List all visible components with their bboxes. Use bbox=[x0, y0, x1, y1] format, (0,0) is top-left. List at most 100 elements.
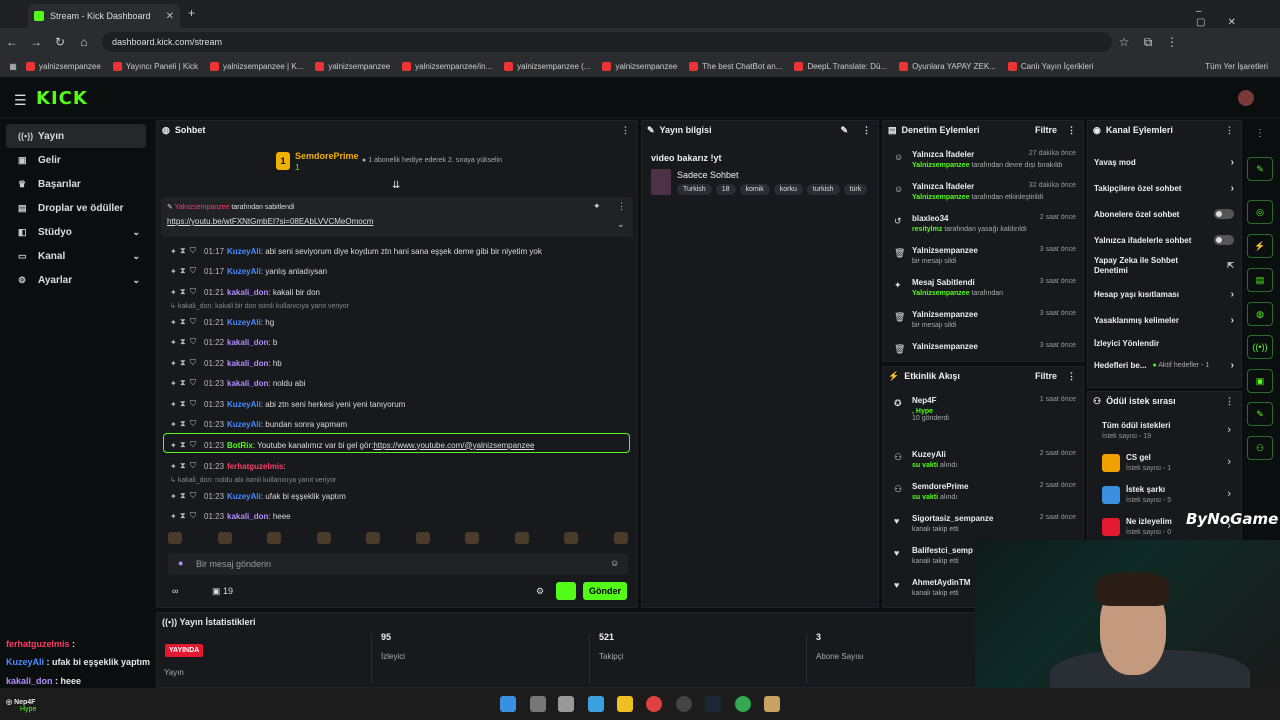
timeout-icon[interactable]: ⧗ bbox=[180, 378, 190, 388]
slow-mode-item[interactable]: Yavaş mod › bbox=[1094, 149, 1234, 175]
chat-message[interactable]: ✦ ⧗ ⛉ 01:22 kakali_don: b bbox=[170, 333, 277, 351]
ban-icon[interactable]: ⛉ bbox=[190, 246, 200, 256]
timeout-icon[interactable]: ⧗ bbox=[180, 358, 190, 368]
timeout-icon[interactable]: ⧗ bbox=[180, 511, 190, 521]
task-view-icon[interactable] bbox=[530, 696, 546, 712]
ban-icon[interactable]: ⛉ bbox=[190, 399, 200, 409]
ban-icon[interactable]: ⛉ bbox=[190, 358, 200, 368]
moderation-item[interactable]: ☺ Yalnızca İfadeler Yalnizsempanzee tarafı… bbox=[890, 148, 1080, 180]
edit-icon[interactable]: ✎ bbox=[840, 125, 848, 136]
chat-input[interactable]: Bir mesaj gönderin bbox=[168, 553, 628, 575]
ban-icon[interactable]: ⛉ bbox=[190, 378, 200, 388]
pin-icon[interactable]: ✦ bbox=[170, 379, 180, 388]
app-icon[interactable] bbox=[558, 696, 574, 712]
channel-actions-menu-icon[interactable]: ⋮ bbox=[1225, 125, 1234, 136]
bookmark-item[interactable]: yalnizsempanzee bbox=[602, 62, 677, 71]
pin-icon[interactable]: ✦ bbox=[170, 492, 180, 501]
rail-reward-icon[interactable]: ⚇ bbox=[1247, 436, 1273, 460]
ban-icon[interactable]: ⛉ bbox=[190, 317, 200, 327]
emote-icon[interactable] bbox=[267, 532, 282, 544]
bookmark-item[interactable]: The best ChatBot an... bbox=[689, 62, 782, 71]
pin-icon[interactable]: ✦ bbox=[170, 338, 180, 347]
info-menu-icon[interactable]: ⋮ bbox=[862, 125, 871, 136]
chat-settings-icon[interactable]: ⚙ bbox=[536, 586, 544, 597]
menu-icon[interactable]: ⋮ bbox=[1160, 35, 1184, 49]
chat-message[interactable]: ✦ ⧗ ⛉ 01:23 KuzeyAli: ufak bi eşşeklik yaptı… bbox=[170, 487, 346, 505]
home-icon[interactable]: ⌂ bbox=[72, 35, 96, 49]
rail-menu-icon[interactable]: ⋮ bbox=[1255, 128, 1265, 139]
window-controls[interactable]: –▢✕ bbox=[1196, 6, 1280, 28]
ban-icon[interactable]: ⛉ bbox=[190, 491, 200, 501]
chat-message[interactable]: ✦ ⧗ ⛉ 01:23 kakali_don: heee bbox=[170, 507, 291, 525]
sidebar-item-basarilar[interactable]: ♛ Başarılar bbox=[6, 172, 146, 196]
ai-moderation-item[interactable]: Yapay Zeka ile Sohbet Denetimi ⇱ bbox=[1094, 253, 1234, 279]
pin-icon[interactable]: ✦ bbox=[170, 318, 180, 327]
pinned-link[interactable]: https://youtu.be/wtFXNtGmbEI?si=08EAbLVV… bbox=[167, 217, 373, 226]
timeout-icon[interactable]: ⧗ bbox=[180, 399, 190, 409]
moderation-item[interactable]: ↺ blaxleo34 resitylmz tarafından yasağı ka… bbox=[890, 212, 1080, 244]
sidebar-item-ayarlar[interactable]: ⚙ Ayarlar ⌄ bbox=[6, 268, 146, 292]
store-icon[interactable] bbox=[588, 696, 604, 712]
star-icon[interactable]: ☆ bbox=[1112, 35, 1136, 49]
all-bookmarks[interactable]: Tüm Yer İşaretleri bbox=[1205, 62, 1268, 71]
pin-icon[interactable]: ✦ bbox=[170, 359, 180, 368]
chat-menu-icon[interactable]: ⋮ bbox=[621, 125, 630, 136]
steam-icon[interactable] bbox=[705, 696, 721, 712]
chat-message[interactable]: ✦ ⧗ ⛉ 01:17 KuzeyAli: abi seni seviyorum diy… bbox=[170, 242, 542, 260]
activity-item[interactable]: ✪ Nep4F, Hype 10 gönderdi 1 saat önce bbox=[890, 394, 1080, 426]
rail-broadcast-icon[interactable]: ((•)) bbox=[1247, 335, 1273, 359]
emote-icon[interactable] bbox=[168, 532, 182, 544]
ban-icon[interactable]: ⛉ bbox=[190, 337, 200, 347]
pin-icon[interactable]: ✦ bbox=[170, 420, 180, 429]
chrome-alt-icon[interactable] bbox=[735, 696, 751, 712]
emote-icon[interactable] bbox=[465, 532, 480, 544]
sidebar-item-droplar[interactable]: ▤ Droplar ve ödüller bbox=[6, 196, 146, 220]
reload-icon[interactable]: ↻ bbox=[48, 35, 72, 49]
emote-icon[interactable] bbox=[564, 532, 579, 544]
pin-icon[interactable]: ✦ bbox=[170, 400, 180, 409]
timeout-icon[interactable]: ⧗ bbox=[180, 246, 190, 256]
sidebar-item-kanal[interactable]: ▭ Kanal ⌄ bbox=[6, 244, 146, 268]
rail-edit-icon[interactable]: ✎ bbox=[1247, 157, 1273, 181]
chat-message[interactable]: ✦ ⧗ ⛉ 01:22 kakali_don: hb bbox=[170, 354, 282, 372]
chat-message[interactable]: ✦ ⧗ ⛉ 01:23 KuzeyAli: abi ztn seni herkesi y… bbox=[170, 395, 405, 413]
timeout-icon[interactable]: ⧗ bbox=[180, 419, 190, 429]
emote-icon[interactable] bbox=[316, 532, 331, 544]
followers-only-item[interactable]: Takipçilere özel sohbet › bbox=[1094, 175, 1234, 201]
tag-chip[interactable]: korku bbox=[773, 184, 803, 195]
activity-filter-button[interactable]: Filtre bbox=[1035, 371, 1057, 381]
chat-message[interactable]: ✦ ⧗ ⛉ 01:23 KuzeyAli: bundan sonra yapmam bbox=[170, 415, 347, 433]
pin-icon[interactable]: ✦ bbox=[170, 288, 180, 297]
pin-icon[interactable]: ✦ bbox=[170, 462, 180, 471]
back-icon[interactable]: ← bbox=[0, 35, 24, 49]
bookmark-item[interactable]: yalnizsempanzee (... bbox=[504, 62, 590, 71]
reward-item[interactable]: Tüm ödül istekleri İstek sayısı - 19 › bbox=[1100, 418, 1235, 446]
unpin-icon[interactable]: ✦ bbox=[593, 201, 601, 212]
bookmark-item[interactable]: yalnizsempanzee bbox=[26, 62, 101, 71]
rewards-menu-icon[interactable]: ⋮ bbox=[1225, 396, 1234, 407]
ban-icon[interactable]: ⛉ bbox=[190, 461, 200, 471]
bookmark-item[interactable]: DeepL Translate: Dü... bbox=[794, 62, 887, 71]
emote-icon[interactable] bbox=[613, 532, 628, 544]
rail-target-icon[interactable]: ◎ bbox=[1247, 200, 1273, 224]
tag-chip[interactable]: komik bbox=[739, 184, 770, 195]
emote-icon[interactable] bbox=[415, 532, 430, 544]
pin-icon[interactable]: ✦ bbox=[170, 247, 180, 256]
stream-category[interactable]: Sadece Sohbet bbox=[677, 170, 739, 180]
pinned-menu-icon[interactable]: ⋮ bbox=[617, 201, 626, 212]
account-age-item[interactable]: Hesap yaşı kısıtlaması › bbox=[1094, 281, 1234, 307]
forward-icon[interactable]: → bbox=[24, 35, 48, 49]
activity-menu-icon[interactable]: ⋮ bbox=[1067, 371, 1076, 382]
sidebar-item-studyo[interactable]: ◧ Stüdyo ⌄ bbox=[6, 220, 146, 244]
bookmark-item[interactable]: yalnizsempanzee | K... bbox=[210, 62, 303, 71]
moderation-item[interactable]: 🗑 Yalnizsempanzee bir mesajı sildi 3 saat … bbox=[890, 308, 1080, 340]
timeout-icon[interactable]: ⧗ bbox=[180, 461, 190, 471]
moderation-item[interactable]: ☺ Yalnızca İfadeler Yalnizsempanzee tarafı… bbox=[890, 180, 1080, 212]
chat-message[interactable]: ✦ ⧗ ⛉ 01:23 kakali_don: noldu abi bbox=[170, 374, 305, 392]
chevron-down-icon[interactable]: ⌄ bbox=[617, 219, 625, 230]
goals-item[interactable]: Hedefleri be... ● Aktif hedefler - 1 › bbox=[1094, 352, 1234, 378]
mic-icon[interactable]: ● bbox=[178, 558, 183, 568]
send-button[interactable]: Gönder bbox=[583, 582, 627, 600]
ban-icon[interactable]: ⛉ bbox=[190, 511, 200, 521]
hamburger-menu-icon[interactable]: ☰ bbox=[14, 92, 27, 109]
